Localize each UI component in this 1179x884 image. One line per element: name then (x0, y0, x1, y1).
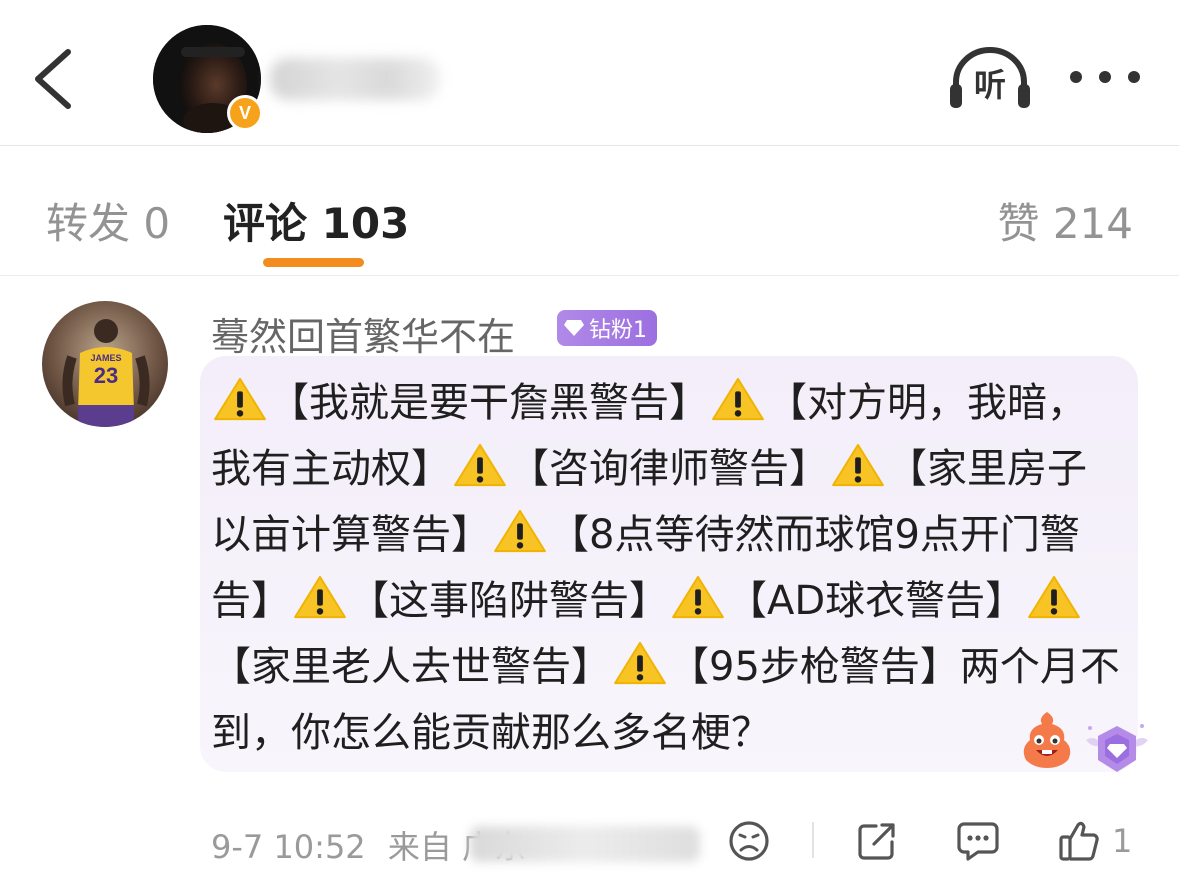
emoji-sticker-icon (1023, 712, 1071, 768)
svg-text:JAMES: JAMES (90, 353, 121, 363)
share-button[interactable] (856, 816, 898, 866)
source-blurred (470, 826, 700, 862)
warning-icon (452, 442, 508, 488)
like-count: 1 (1112, 822, 1133, 860)
author-avatar[interactable]: V (153, 25, 263, 133)
comment-bubble-icon (957, 822, 999, 861)
chevron-left-icon[interactable] (30, 48, 80, 110)
commenter-username[interactable]: 蓦然回首繁华不在 (211, 306, 515, 361)
active-tab-indicator (263, 258, 364, 267)
warning-icon (1026, 574, 1082, 620)
share-icon (858, 823, 895, 860)
comment-segment: 【咨询律师警告】 (509, 446, 829, 492)
tab-bar: 转发 0 评论 103 赞 214 (0, 146, 1179, 276)
svg-text:23: 23 (94, 363, 118, 388)
reply-button[interactable] (956, 816, 1000, 866)
diamond-icon (564, 320, 584, 336)
fan-badge-label: 钻粉1 (589, 318, 647, 343)
fan-level-badge[interactable]: 钻粉1 (557, 310, 657, 346)
listen-button[interactable]: 听 (946, 44, 1034, 112)
more-dots-icon[interactable] (1070, 64, 1140, 90)
warning-icon (212, 376, 268, 422)
dislike-button[interactable] (728, 816, 770, 866)
thumbs-up-icon (1059, 821, 1099, 861)
author-name-blurred (270, 58, 440, 100)
tab-comments[interactable]: 评论 103 (223, 190, 409, 251)
action-divider (812, 822, 814, 858)
comment-time: 9-7 10:52 (211, 828, 366, 866)
commenter-avatar[interactable]: 23 JAMES (42, 301, 168, 427)
warning-icon (612, 640, 668, 686)
comment-segment: 【AD球衣警告】 (727, 578, 1026, 624)
tab-repost[interactable]: 转发 0 (46, 190, 170, 251)
comment-segment: 【家里老人去世警告】 (211, 644, 611, 690)
top-bar: V 听 (0, 0, 1179, 146)
comment-body: 【我就是要干詹黑警告】 【对方明，我暗，我有主动权】 【咨询律师警告】 【家里房子以亩… (211, 370, 1126, 766)
dot (1070, 71, 1082, 83)
diamond-fan-decoration-icon (1086, 724, 1148, 772)
warning-icon (492, 508, 548, 554)
warning-icon (670, 574, 726, 620)
verified-badge: V (227, 95, 263, 131)
comment-segment: 【我就是要干詹黑警告】 (269, 380, 709, 426)
comment-segment: 【这事陷阱警告】 (349, 578, 669, 624)
commenter-avatar-image: 23 JAMES (42, 301, 168, 427)
comment-segment: 【95步枪警告】 (669, 644, 960, 690)
verified-badge-label: V (238, 102, 251, 123)
warning-icon (292, 574, 348, 620)
dot (1099, 71, 1111, 83)
frown-face-icon (729, 821, 769, 861)
listen-label: 听 (973, 66, 1006, 104)
warning-icon (710, 376, 766, 422)
like-button[interactable]: 1 (1058, 816, 1132, 866)
dot (1128, 71, 1140, 83)
tab-likes[interactable]: 赞 214 (997, 190, 1133, 251)
warning-icon (830, 442, 886, 488)
